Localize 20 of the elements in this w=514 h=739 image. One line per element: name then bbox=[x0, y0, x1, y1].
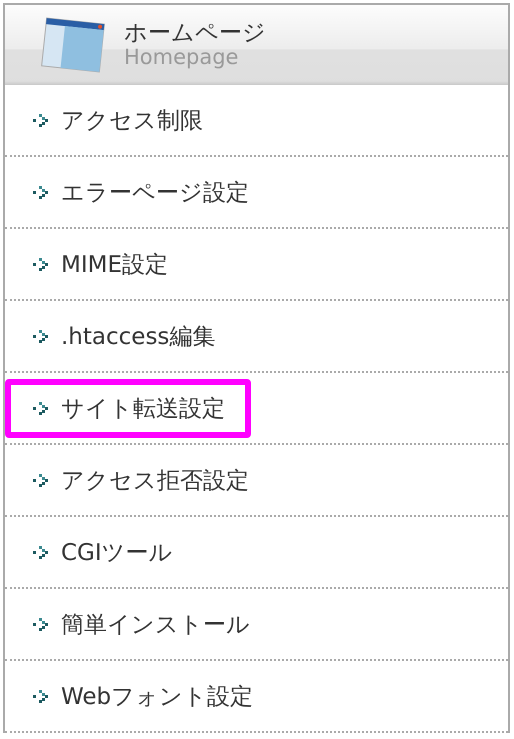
menu-item[interactable]: アクセス拒否設定 bbox=[11, 456, 259, 504]
menu-item[interactable]: Webフォント設定 bbox=[11, 672, 264, 720]
arrow-icon bbox=[33, 472, 49, 488]
arrow-icon bbox=[33, 328, 49, 344]
arrow-icon bbox=[33, 688, 49, 704]
arrow-icon bbox=[33, 184, 49, 200]
arrow-icon bbox=[33, 112, 49, 128]
arrow-icon bbox=[33, 616, 49, 632]
menu-item[interactable]: エラーページ設定 bbox=[11, 168, 259, 216]
menu-item[interactable]: サイト転送設定 bbox=[5, 378, 251, 438]
section-title: ホームページ bbox=[124, 22, 266, 45]
menu-item[interactable]: アクセス制限 bbox=[11, 96, 213, 144]
arrow-icon bbox=[33, 544, 49, 560]
menu-item[interactable]: MIME設定 bbox=[11, 240, 178, 288]
menu-item[interactable]: .htaccess編集 bbox=[11, 312, 226, 360]
menu-item[interactable]: 簡単インストール bbox=[11, 600, 260, 648]
arrow-icon bbox=[33, 256, 49, 272]
arrow-icon bbox=[33, 400, 49, 416]
menu-item[interactable]: CGIツール bbox=[11, 528, 183, 576]
section-subtitle: Homepage bbox=[124, 47, 240, 68]
